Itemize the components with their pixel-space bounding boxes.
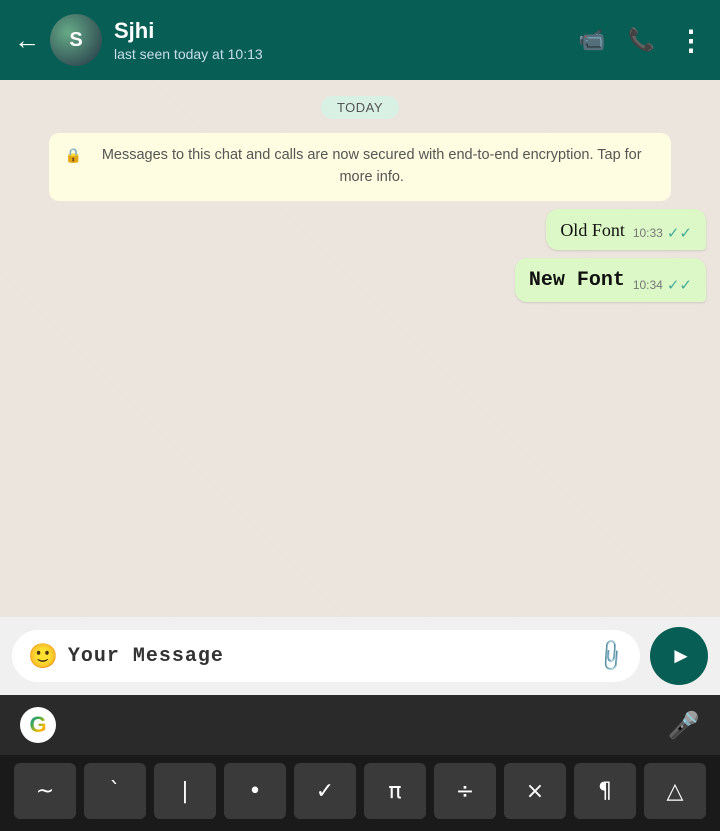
contact-name: Sjhi <box>114 18 578 44</box>
avatar[interactable]: S <box>50 14 102 66</box>
voice-call-icon[interactable]: 📞 <box>628 27 655 53</box>
input-area: 🙂 📎 ► <box>0 617 720 695</box>
message-row: New Font 10:34 ✓✓ <box>14 258 706 302</box>
date-badge: TODAY <box>321 96 399 119</box>
bubble-meta: 10:33 ✓✓ <box>633 224 692 242</box>
bubble-content: Old Font 10:33 ✓✓ <box>560 219 692 242</box>
key-multiply[interactable]: × <box>504 763 566 819</box>
mic-button[interactable]: 🎤 <box>668 710 700 741</box>
key-pipe[interactable]: | <box>154 763 216 819</box>
key-checkmark[interactable]: ✓ <box>294 763 356 819</box>
message-input[interactable] <box>68 645 587 668</box>
key-pi[interactable]: π <box>364 763 426 819</box>
message-input-box: 🙂 📎 <box>12 630 640 682</box>
google-logo: G <box>29 712 46 738</box>
message-time: 10:33 <box>633 226 663 240</box>
encryption-notice[interactable]: 🔒 Messages to this chat and calls are no… <box>49 133 672 201</box>
key-triangle[interactable]: △ <box>644 763 706 819</box>
key-divide[interactable]: ÷ <box>434 763 496 819</box>
video-call-icon[interactable]: 📹 <box>578 27 605 53</box>
lock-icon: 🔒 <box>65 145 82 166</box>
keyboard-row: ~ ` | • ✓ π ÷ × ¶ △ <box>0 755 720 831</box>
header-actions: 📹 📞 ⋮ <box>578 24 706 57</box>
read-ticks: ✓✓ <box>667 224 692 242</box>
key-bullet[interactable]: • <box>224 763 286 819</box>
keyboard: G 🎤 ~ ` | • ✓ π ÷ × ¶ △ <box>0 695 720 831</box>
google-button[interactable]: G <box>20 707 56 743</box>
read-ticks: ✓✓ <box>667 276 692 294</box>
attach-button[interactable]: 📎 <box>591 637 629 675</box>
header-info: Sjhi last seen today at 10:13 <box>114 18 578 62</box>
chat-header: ← S Sjhi last seen today at 10:13 📹 📞 ⋮ <box>0 0 720 80</box>
key-pilcrow[interactable]: ¶ <box>574 763 636 819</box>
message-text: Old Font <box>560 219 625 242</box>
message-row: Old Font 10:33 ✓✓ <box>14 209 706 250</box>
more-options-icon[interactable]: ⋮ <box>677 24 706 57</box>
send-icon: ► <box>670 643 692 669</box>
avatar-image: S <box>50 14 102 66</box>
encryption-text: Messages to this chat and calls are now … <box>88 145 655 189</box>
bubble-content: New Font 10:34 ✓✓ <box>529 268 692 294</box>
contact-status: last seen today at 10:13 <box>114 46 578 62</box>
back-button[interactable]: ← <box>14 25 40 56</box>
bubble-meta: 10:34 ✓✓ <box>633 276 692 294</box>
keyboard-toolbar: G 🎤 <box>0 695 720 755</box>
chat-area: TODAY 🔒 Messages to this chat and calls … <box>0 80 720 617</box>
message-text: New Font <box>529 268 625 294</box>
message-time: 10:34 <box>633 278 663 292</box>
key-backtick[interactable]: ` <box>84 763 146 819</box>
send-button[interactable]: ► <box>650 627 708 685</box>
key-tilde[interactable]: ~ <box>14 763 76 819</box>
emoji-button[interactable]: 🙂 <box>28 642 58 671</box>
message-bubble: Old Font 10:33 ✓✓ <box>546 209 706 250</box>
message-bubble: New Font 10:34 ✓✓ <box>515 258 706 302</box>
